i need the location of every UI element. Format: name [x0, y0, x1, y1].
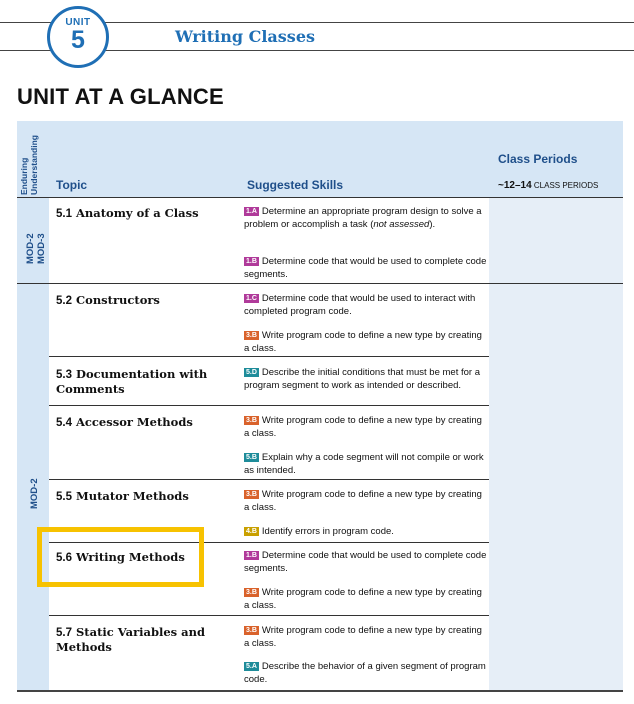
unit-table: Enduring Understanding Topic Suggested S… [17, 121, 623, 692]
mod-group-2: MOD-2 [29, 478, 40, 509]
skill-text: Write program code to define a new type … [244, 330, 482, 354]
skill-tag: 3.B [244, 626, 259, 635]
topic-num: 5.7 [56, 627, 72, 639]
divider-row [49, 615, 489, 616]
topic-num: 5.5 [56, 491, 72, 503]
mod-group-1-line2: MOD-3 [36, 233, 47, 264]
topic-num: 5.3 [56, 369, 72, 381]
topic-5-1: 5.1 Anatomy of a Class [56, 206, 199, 221]
skill-text: Describe the behavior of a given segment… [244, 661, 486, 685]
topic-title: Anatomy of a Class [76, 206, 199, 220]
divider-group [17, 283, 623, 284]
skill-item: 4.B Identify errors in program code. [244, 526, 489, 539]
skill-tag: 3.B [244, 588, 259, 597]
class-periods-column [489, 197, 623, 691]
skill-item: 3.B Write program code to define a new ty… [244, 489, 489, 514]
skill-text-italic: not assessed [373, 218, 430, 230]
class-periods-count: ~12–14 CLASS PERIODS [498, 180, 598, 191]
skill-tag: 1.C [244, 294, 259, 303]
skill-item: 1.A Determine an appropriate program desi… [244, 206, 489, 231]
unit-number: 5 [71, 26, 85, 54]
skill-tag: 3.B [244, 331, 259, 340]
skill-tag: 3.B [244, 490, 259, 499]
skill-item: 1.C Determine code that would be used to … [244, 293, 489, 318]
skill-text: Explain why a code segment will not comp… [244, 452, 484, 476]
skill-text: Write program code to define a new type … [244, 489, 482, 513]
col-enduring-understanding: Enduring Understanding [19, 135, 39, 195]
skill-text: Write program code to define a new type … [244, 587, 482, 611]
topic-5-4: 5.4 Accessor Methods [56, 415, 193, 430]
mod-group-1-line1: MOD-2 [25, 233, 36, 264]
skill-item: 3.B Write program code to define a new ty… [244, 415, 489, 440]
highlight-box [37, 527, 204, 587]
enduring-column [17, 197, 49, 691]
divider-row [49, 479, 489, 480]
topic-title: Accessor Methods [76, 415, 193, 429]
periods-unit: CLASS PERIODS [533, 181, 599, 190]
divider-row [49, 356, 489, 357]
unit-title: Writing Classes [175, 27, 315, 46]
topic-num: 5.1 [56, 208, 72, 220]
skill-tag: 5.A [244, 662, 259, 671]
topic-title: Constructors [76, 293, 160, 307]
col-class-periods: Class Periods [498, 152, 578, 166]
col-topic: Topic [56, 178, 88, 192]
skill-item: 5.A Describe the behavior of a given segm… [244, 661, 489, 686]
page-title: UNIT AT A GLANCE [17, 84, 224, 109]
skill-text-after: ). [429, 218, 436, 230]
skill-text: Determine code that would be used to com… [244, 550, 487, 574]
topic-5-7: 5.7 Static Variables and Methods [56, 625, 226, 654]
skill-text: Determine code that would be used to com… [244, 256, 487, 280]
skill-tag: 1.A [244, 207, 259, 216]
skill-tag: 1.B [244, 257, 259, 266]
topic-5-5: 5.5 Mutator Methods [56, 489, 189, 504]
skill-tag: 3.B [244, 416, 259, 425]
skill-item: 3.B Write program code to define a new ty… [244, 625, 489, 650]
skill-text: Determine code that would be used to int… [244, 293, 476, 317]
topic-title: Documentation with Comments [56, 367, 208, 396]
skill-tag: 5.D [244, 368, 259, 377]
skill-text: Determine an appropriate program design … [244, 206, 482, 230]
skill-tag: 1.B [244, 551, 259, 560]
topic-title: Static Variables and Methods [56, 625, 206, 654]
topic-num: 5.2 [56, 295, 72, 307]
skill-item: 1.B Determine code that would be used to … [244, 550, 489, 575]
skill-item: 3.B Write program code to define a new ty… [244, 587, 489, 612]
skill-item: 3.B Write program code to define a new ty… [244, 330, 489, 355]
skill-tag: 4.B [244, 527, 259, 536]
mod-group-1: MOD-2 MOD-3 [25, 233, 47, 264]
col-suggested-skills: Suggested Skills [247, 178, 344, 192]
skill-item: 1.B Determine code that would be used to … [244, 256, 489, 281]
skill-text: Identify errors in program code. [261, 526, 394, 537]
topic-5-3: 5.3 Documentation with Comments [56, 367, 226, 396]
skill-item: 5.B Explain why a code segment will not c… [244, 452, 489, 477]
skill-tag: 5.B [244, 453, 259, 462]
topic-title: Mutator Methods [76, 489, 189, 503]
topic-num: 5.4 [56, 417, 72, 429]
skill-text: Write program code to define a new type … [244, 625, 482, 649]
periods-value: ~12–14 [498, 180, 532, 191]
unit-badge: UNIT 5 [47, 6, 109, 68]
skill-text: Describe the initial conditions that mus… [244, 367, 480, 391]
divider-header [17, 197, 623, 198]
table-bottom-rule [17, 690, 623, 692]
topic-5-2: 5.2 Constructors [56, 293, 160, 308]
divider-row [49, 405, 489, 406]
skill-text: Write program code to define a new type … [244, 415, 482, 439]
skill-item: 5.D Describe the initial conditions that … [244, 367, 489, 392]
